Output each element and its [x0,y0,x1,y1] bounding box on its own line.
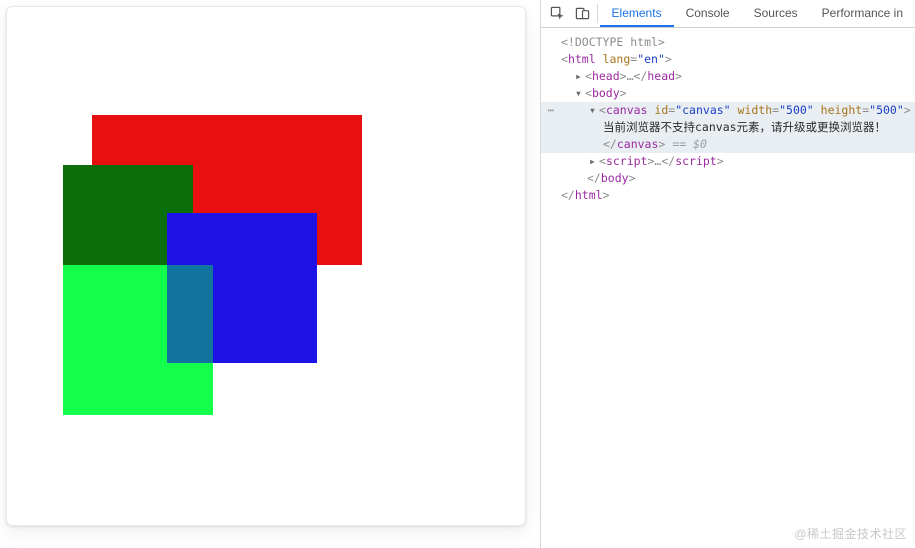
collapse-arrow-icon[interactable]: ▾ [575,85,585,102]
page-preview-panel [0,0,540,548]
expand-arrow-icon[interactable]: ▸ [589,153,599,170]
dom-body-open[interactable]: ▾<body> [541,85,915,102]
expand-arrow-icon[interactable]: ▸ [575,68,585,85]
inspect-element-icon[interactable] [545,0,570,27]
tab-sources[interactable]: Sources [742,0,810,27]
dom-html-close[interactable]: </html> [541,187,915,204]
device-toolbar-icon[interactable] [570,0,595,27]
tabbar-separator [597,4,598,23]
dom-doctype[interactable]: <!DOCTYPE html> [541,34,915,51]
tab-console[interactable]: Console [674,0,742,27]
devtools-tabbar: Elements Console Sources Performance in [541,0,915,28]
canvas-element[interactable] [7,7,507,507]
tab-elements[interactable]: Elements [600,0,674,27]
dom-canvas-fallback-text[interactable]: 当前浏览器不支持canvas元素，请升级或更换浏览器！ [541,119,915,136]
devtools-panel: Elements Console Sources Performance in … [541,0,915,548]
page-card [6,6,526,526]
dom-script[interactable]: ▸<script>…</script> [541,153,915,170]
watermark-text: @稀土掘金技术社区 [794,525,907,542]
rect-blue-translucent [167,213,317,363]
dom-body-close[interactable]: </body> [541,170,915,187]
dom-head[interactable]: ▸<head>…</head> [541,68,915,85]
dom-tree[interactable]: <!DOCTYPE html> <html lang="en"> ▸<head>… [541,28,915,548]
dom-html-open[interactable]: <html lang="en"> [541,51,915,68]
dom-canvas-open[interactable]: ⋯ ▾<canvas id="canvas" width="500" heigh… [541,102,915,119]
dom-canvas-close[interactable]: </canvas> == $0 [541,136,915,153]
app-root: Elements Console Sources Performance in … [0,0,915,548]
collapse-arrow-icon[interactable]: ▾ [589,102,599,119]
selected-line-marker-icon: ⋯ [541,102,561,119]
tab-performance[interactable]: Performance in [810,0,915,27]
